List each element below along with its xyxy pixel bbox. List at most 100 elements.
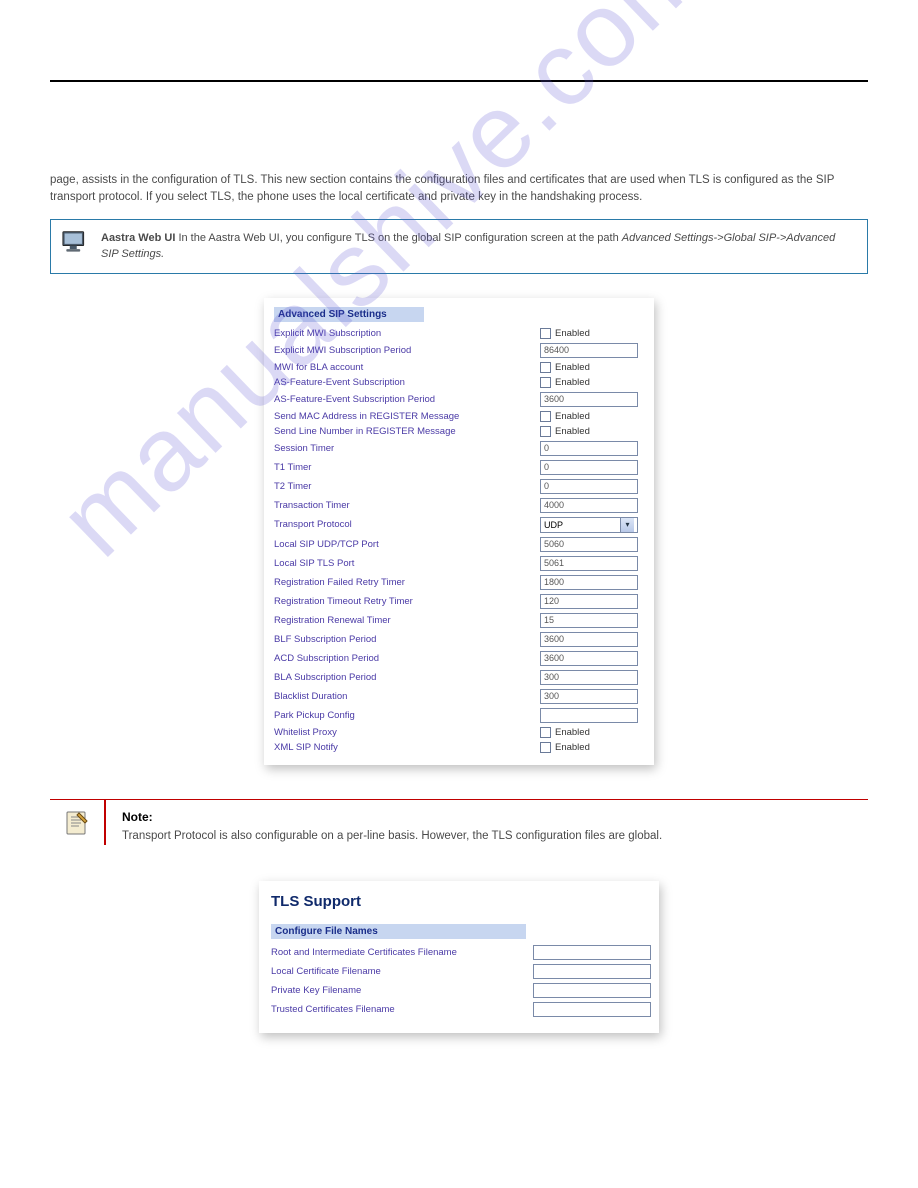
transport-protocol-select[interactable]: UDP▾	[540, 517, 638, 533]
text-input[interactable]	[540, 441, 638, 456]
setting-label: Registration Timeout Retry Timer	[274, 596, 534, 607]
setting-control	[540, 498, 644, 513]
setting-label: Send Line Number in REGISTER Message	[274, 426, 534, 437]
tls-label: Local Certificate Filename	[271, 966, 527, 977]
checkbox-label: Enabled	[555, 411, 590, 422]
tls-text-input[interactable]	[533, 983, 651, 998]
tls-row: Root and Intermediate Certificates Filen…	[271, 943, 647, 962]
tls-title: TLS Support	[271, 893, 647, 910]
setting-control: Enabled	[540, 328, 644, 339]
setting-row: Explicit MWI Subscription Enabled	[274, 326, 644, 341]
text-input[interactable]	[540, 556, 638, 571]
setting-control	[540, 460, 644, 475]
text-input[interactable]	[540, 594, 638, 609]
checkbox[interactable]	[540, 411, 551, 422]
tls-row: Local Certificate Filename	[271, 962, 647, 981]
text-input[interactable]	[540, 613, 638, 628]
setting-control	[540, 575, 644, 590]
text-input[interactable]	[540, 343, 638, 358]
setting-control	[540, 441, 644, 456]
tls-label: Trusted Certificates Filename	[271, 1004, 527, 1015]
setting-control	[540, 479, 644, 494]
text-input[interactable]	[540, 498, 638, 513]
setting-label: MWI for BLA account	[274, 362, 534, 373]
setting-row: Transport ProtocolUDP▾	[274, 515, 644, 535]
tls-text-input[interactable]	[533, 945, 651, 960]
setting-label: AS-Feature-Event Subscription Period	[274, 394, 534, 405]
checkbox[interactable]	[540, 742, 551, 753]
setting-row: ACD Subscription Period	[274, 649, 644, 668]
text-input[interactable]	[540, 651, 638, 666]
setting-row: AS-Feature-Event Subscription Enabled	[274, 375, 644, 390]
setting-label: Local SIP TLS Port	[274, 558, 534, 569]
setting-label: Send MAC Address in REGISTER Message	[274, 411, 534, 422]
setting-row: T1 Timer	[274, 458, 644, 477]
tls-text-input[interactable]	[533, 964, 651, 979]
setting-control: UDP▾	[540, 517, 644, 533]
setting-control: Enabled	[540, 362, 644, 373]
text-input[interactable]	[540, 708, 638, 723]
setting-control	[540, 594, 644, 609]
checkbox-label: Enabled	[555, 377, 590, 388]
setting-label: XML SIP Notify	[274, 742, 534, 753]
tls-text-input[interactable]	[533, 1002, 651, 1017]
setting-label: T1 Timer	[274, 462, 534, 473]
callout-box: Aastra Web UI In the Aastra Web UI, you …	[50, 219, 868, 274]
setting-row: Registration Timeout Retry Timer	[274, 592, 644, 611]
setting-row: Registration Failed Retry Timer	[274, 573, 644, 592]
note-gutter	[50, 800, 106, 845]
text-input[interactable]	[540, 575, 638, 590]
tls-control	[533, 964, 651, 979]
setting-label: ACD Subscription Period	[274, 653, 534, 664]
advanced-sip-panel: Advanced SIP Settings Explicit MWI Subsc…	[264, 298, 654, 765]
setting-control	[540, 689, 644, 704]
setting-row: Send MAC Address in REGISTER Message Enab…	[274, 409, 644, 424]
top-divider	[50, 80, 868, 82]
setting-row: Blacklist Duration	[274, 687, 644, 706]
setting-row: BLF Subscription Period	[274, 630, 644, 649]
tls-row: Private Key Filename	[271, 981, 647, 1000]
setting-control	[540, 651, 644, 666]
panel-heading: Advanced SIP Settings	[274, 307, 424, 322]
setting-control	[540, 392, 644, 407]
checkbox-label: Enabled	[555, 426, 590, 437]
callout-body: In the Aastra Web UI, you configure TLS …	[178, 232, 621, 244]
tls-support-panel: TLS Support Configure File Names Root an…	[259, 881, 659, 1033]
checkbox[interactable]	[540, 362, 551, 373]
text-input[interactable]	[540, 689, 638, 704]
setting-row: Registration Renewal Timer	[274, 611, 644, 630]
checkbox[interactable]	[540, 377, 551, 388]
text-input[interactable]	[540, 392, 638, 407]
text-input[interactable]	[540, 460, 638, 475]
setting-label: Park Pickup Config	[274, 710, 534, 721]
setting-row: AS-Feature-Event Subscription Period	[274, 390, 644, 409]
chevron-down-icon: ▾	[620, 518, 634, 532]
setting-label: Explicit MWI Subscription	[274, 328, 534, 339]
setting-label: AS-Feature-Event Subscription	[274, 377, 534, 388]
setting-row: Whitelist ProxyEnabled	[274, 725, 644, 740]
note-text: Transport Protocol is also configurable …	[122, 828, 662, 845]
setting-label: Registration Renewal Timer	[274, 615, 534, 626]
setting-row: XML SIP Notify Enabled	[274, 740, 644, 755]
checkbox[interactable]	[540, 727, 551, 738]
monitor-icon	[61, 230, 89, 256]
setting-control	[540, 556, 644, 571]
setting-label: Local SIP UDP/TCP Port	[274, 539, 534, 550]
setting-control	[540, 343, 644, 358]
text-input[interactable]	[540, 670, 638, 685]
checkbox[interactable]	[540, 328, 551, 339]
tls-subheading: Configure File Names	[271, 924, 526, 939]
checkbox[interactable]	[540, 426, 551, 437]
text-input[interactable]	[540, 632, 638, 647]
text-input[interactable]	[540, 479, 638, 494]
setting-row: Local SIP UDP/TCP Port	[274, 535, 644, 554]
setting-row: T2 Timer	[274, 477, 644, 496]
tls-row: Trusted Certificates Filename	[271, 1000, 647, 1019]
setting-row: MWI for BLA account Enabled	[274, 360, 644, 375]
setting-row: Local SIP TLS Port	[274, 554, 644, 573]
setting-label: Transaction Timer	[274, 500, 534, 511]
text-input[interactable]	[540, 537, 638, 552]
tls-label: Root and Intermediate Certificates Filen…	[271, 947, 527, 958]
setting-row: Session Timer	[274, 439, 644, 458]
checkbox-label: Enabled	[555, 742, 590, 753]
